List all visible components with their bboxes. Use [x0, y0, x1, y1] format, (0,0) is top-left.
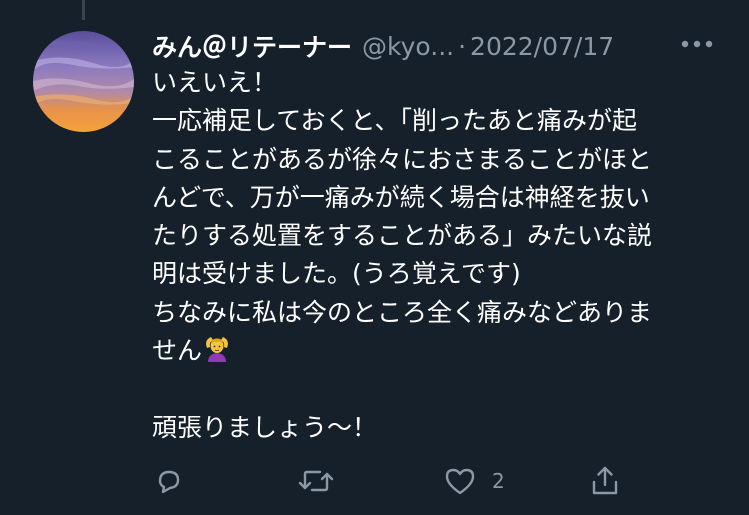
- reply-icon: [152, 464, 186, 498]
- tweet-date[interactable]: 2022/07/17: [470, 32, 614, 61]
- avatar-sunset-image: [33, 31, 134, 132]
- separator-dot: ·: [458, 31, 467, 61]
- tweet-text: いえいえ！ 一応補足しておくと、「削ったあと痛みが起 こることがあるが徐々におさ…: [152, 64, 732, 447]
- more-options-icon[interactable]: [680, 30, 714, 58]
- tweet-text-line: いえいえ！: [152, 68, 278, 97]
- tweet-text-line-with-emoji: せん: [152, 332, 732, 370]
- tweet-actions-bar: 2: [152, 460, 712, 502]
- tweet-text-line: たりする処置をすることがある」みたいな説: [152, 221, 653, 251]
- retweet-icon: [296, 464, 336, 498]
- share-button[interactable]: [588, 460, 622, 502]
- thread-connector-line: [82, 0, 85, 20]
- tweet-text-line: ちなみに私は今のところ全く痛みなどありま: [152, 297, 653, 327]
- like-button[interactable]: 2: [442, 460, 505, 502]
- avatar[interactable]: [33, 31, 134, 132]
- tweet-header: みん＠リテーナー @kyo... · 2022/07/17: [152, 26, 722, 66]
- retweet-button[interactable]: [296, 460, 336, 502]
- reply-button[interactable]: [152, 460, 186, 502]
- tweet-text-line: せん: [152, 336, 203, 366]
- tweet-text-line: んどで、万が一痛みが続く場合は神経を抜い: [152, 182, 650, 212]
- display-name[interactable]: みん＠リテーナー: [152, 28, 352, 64]
- tweet-text-line: こることがあるが徐々におさまることがほと: [152, 144, 653, 174]
- user-handle[interactable]: @kyo...: [362, 32, 454, 61]
- share-icon: [588, 464, 622, 498]
- heart-icon: [442, 464, 478, 498]
- tweet-text-line: 一応補足しておくと、「削ったあと痛みが起: [152, 106, 638, 136]
- person-gesturing-ok-emoji: [202, 334, 232, 364]
- tweet-text-line: 頑張りましょう〜！: [152, 412, 378, 442]
- tweet-text-line: 明は受けました。(うろ覚えです): [152, 259, 521, 289]
- tweet-text-line-blank: [152, 370, 732, 408]
- like-count: 2: [492, 469, 505, 493]
